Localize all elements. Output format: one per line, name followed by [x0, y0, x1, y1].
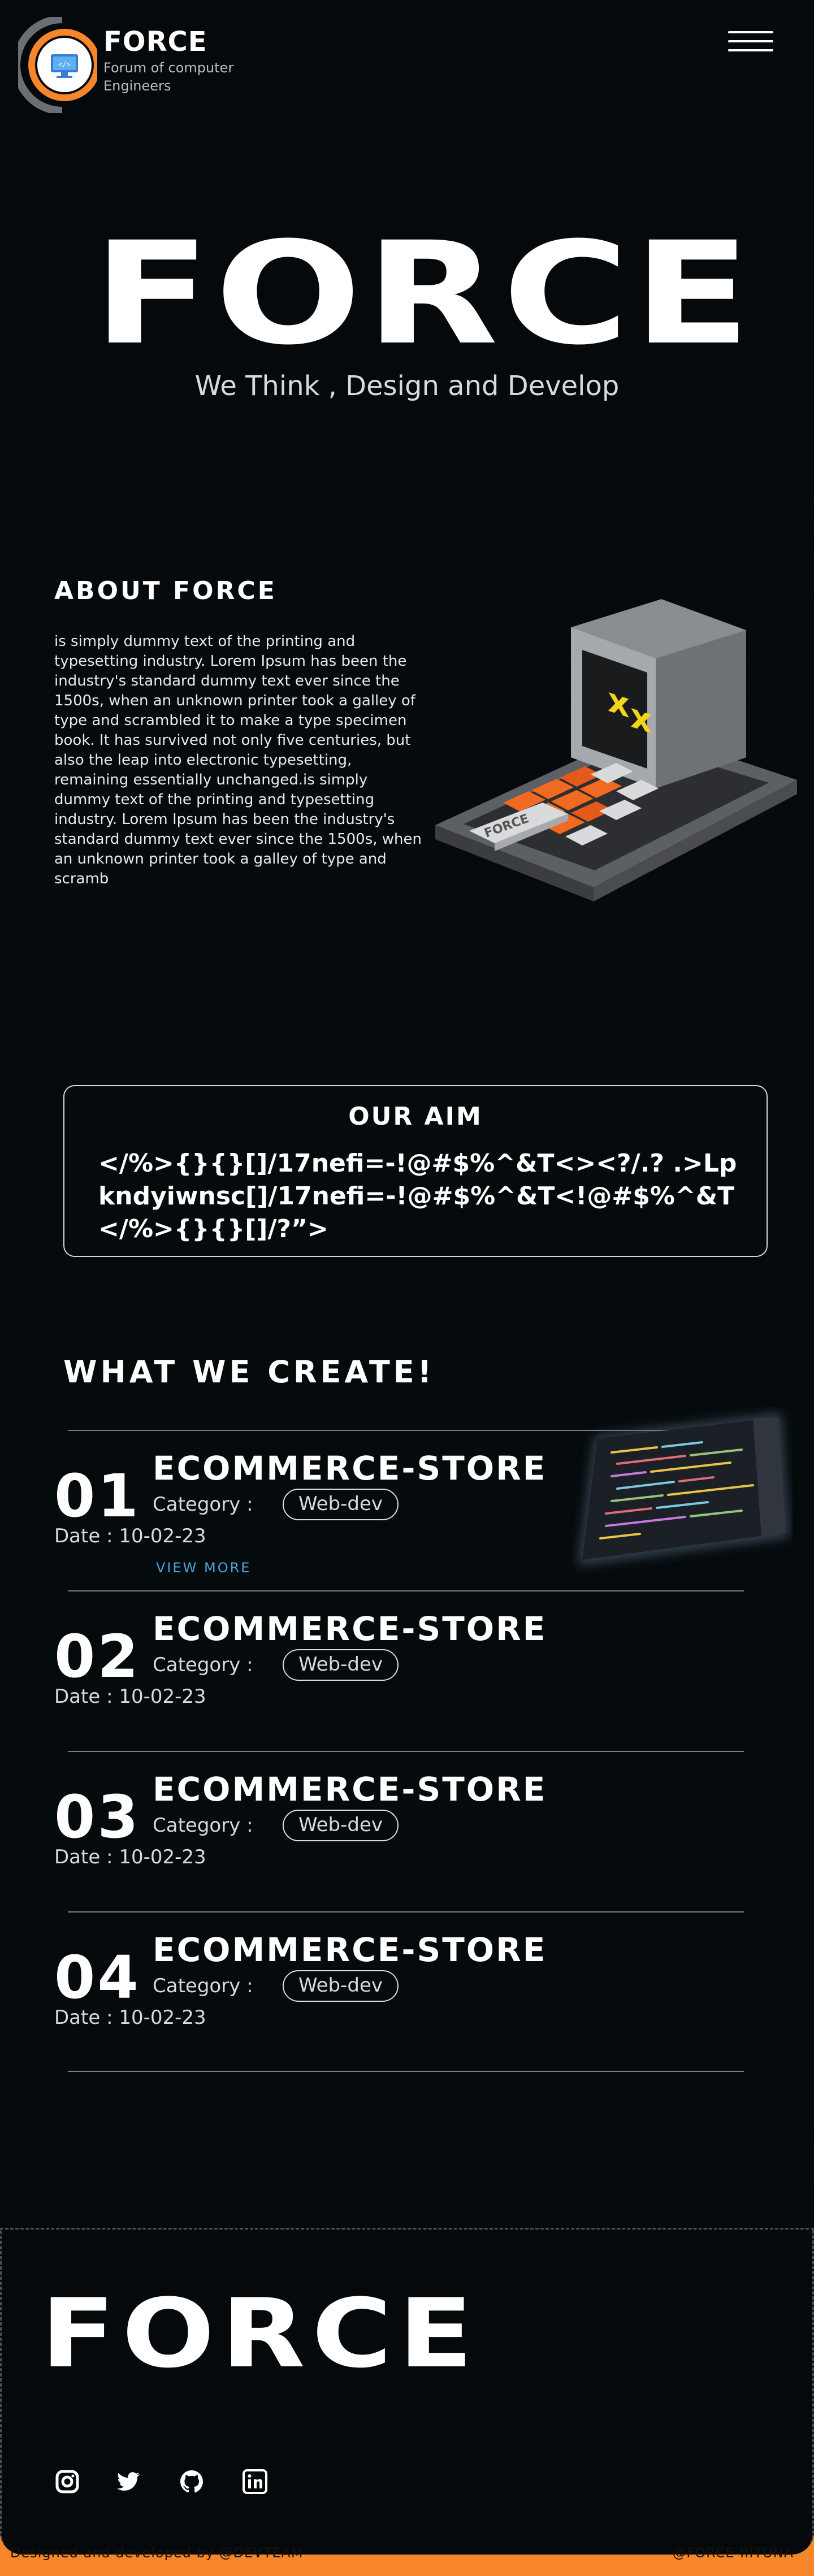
project-title: ECOMMERCE-STORE — [153, 1449, 547, 1488]
project-title: ECOMMERCE-STORE — [153, 1931, 547, 1969]
create-heading: WHAT WE CREATE! — [63, 1354, 435, 1390]
linkedin-icon[interactable] — [242, 2469, 268, 2495]
divider — [68, 2071, 744, 2072]
twitter-icon[interactable] — [115, 2469, 141, 2495]
instagram-icon[interactable] — [54, 2469, 80, 2495]
footer-title: FORCE — [41, 2278, 480, 2389]
project-date: Date : 10-02-23 — [54, 1525, 206, 1547]
computer-illustration: x x FORCE — [435, 599, 797, 901]
project-item-02[interactable]: 02 ECOMMERCE-STORE Category : Web-dev Da… — [54, 1590, 755, 1750]
page-panel: </> FORCE Forum of computer Engineers FO… — [0, 0, 814, 2555]
project-number: 03 — [54, 1783, 141, 1851]
svg-text:x: x — [608, 679, 630, 726]
hero-title: FORCE — [93, 211, 755, 376]
category-label: Category : — [153, 1654, 253, 1676]
project-thumbnail[interactable] — [572, 1407, 793, 1577]
category-label: Category : — [153, 1493, 253, 1516]
svg-text:</>: </> — [58, 60, 71, 68]
project-title: ECOMMERCE-STORE — [153, 1770, 547, 1809]
project-title: ECOMMERCE-STORE — [153, 1610, 547, 1648]
category-label: Category : — [153, 1814, 253, 1837]
category-tag[interactable]: Web-dev — [283, 1489, 399, 1520]
divider — [68, 1590, 744, 1591]
project-date: Date : 10-02-23 — [54, 1685, 206, 1708]
hamburger-menu-icon[interactable] — [728, 31, 773, 54]
view-more-link[interactable]: VIEW MORE — [156, 1560, 251, 1576]
category-tag[interactable]: Web-dev — [283, 1810, 399, 1841]
hero-tagline: We Think , Design and Develop — [194, 370, 620, 402]
aim-card: OUR AIM </%>{}{}[]/17nefi=-!@#$%^&T<><?/… — [63, 1085, 768, 1257]
about-text: is simply dummy text of the printing and… — [54, 633, 422, 887]
project-number: 04 — [54, 1943, 141, 2012]
svg-text:x: x — [630, 695, 652, 742]
project-number: 02 — [54, 1622, 141, 1691]
logo[interactable]: </> — [18, 17, 97, 113]
project-item-03[interactable]: 03 ECOMMERCE-STORE Category : Web-dev Da… — [54, 1751, 755, 1910]
category-tag[interactable]: Web-dev — [283, 1970, 399, 2002]
divider — [68, 1751, 744, 1752]
aim-heading: OUR AIM — [348, 1102, 483, 1131]
project-date: Date : 10-02-23 — [54, 2006, 206, 2029]
about-heading: ABOUT FORCE — [54, 576, 277, 605]
category-label: Category : — [153, 1975, 253, 1997]
project-item-04[interactable]: 04 ECOMMERCE-STORE Category : Web-dev Da… — [54, 1911, 755, 2071]
brand-name: FORCE — [103, 26, 207, 58]
handle-text[interactable]: @FORCE-IIITUNA — [672, 2545, 794, 2561]
credit-text: Designed and developed by @DEVTEAM — [10, 2545, 304, 2561]
footer — [0, 2228, 814, 2555]
divider — [68, 1911, 744, 1913]
project-date: Date : 10-02-23 — [54, 1846, 206, 1868]
github-icon[interactable] — [179, 2469, 205, 2495]
aim-text: </%>{}{}[]/17nefi=-!@#$%^&T<><?/.? .>Lpk… — [98, 1149, 737, 1243]
category-tag[interactable]: Web-dev — [283, 1649, 399, 1681]
brand-subtitle: Forum of computer Engineers — [103, 60, 234, 94]
project-number: 01 — [54, 1462, 141, 1530]
